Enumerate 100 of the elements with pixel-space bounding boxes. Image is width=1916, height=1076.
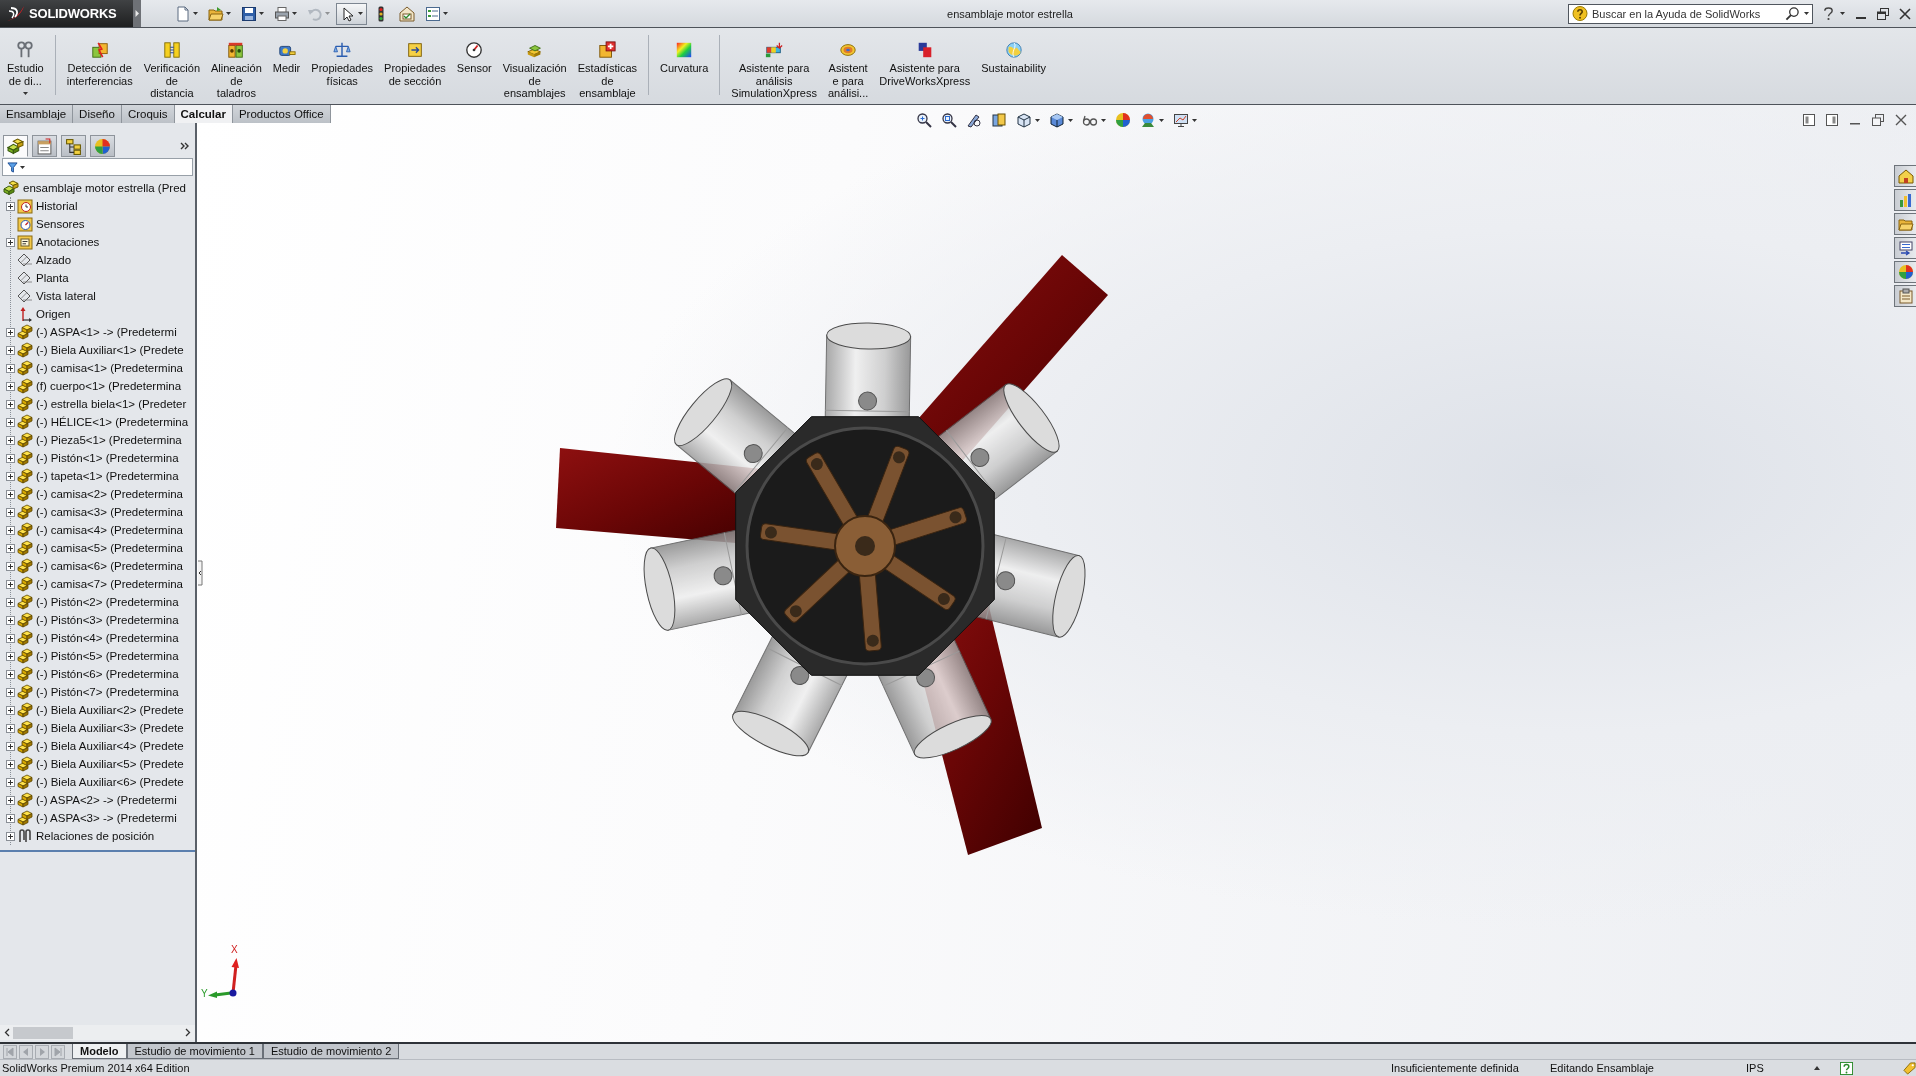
command-tab[interactable]: Diseño xyxy=(73,105,121,123)
plus-box-icon[interactable] xyxy=(6,201,15,211)
help-box-icon[interactable] xyxy=(1840,1061,1853,1075)
plus-box-icon[interactable] xyxy=(6,741,15,751)
scrollbar-thumb[interactable] xyxy=(13,1026,73,1039)
tree-item[interactable]: (-) Pistón<1> (Predetermina xyxy=(36,452,179,464)
panel-tab[interactable] xyxy=(32,135,57,157)
plus-box-icon[interactable] xyxy=(6,813,15,823)
tree-item[interactable]: (-) camisa<5> (Predetermina xyxy=(36,542,183,554)
magnifier-icon[interactable] xyxy=(916,112,932,128)
chevron-right-icon[interactable] xyxy=(185,1028,191,1037)
tree-item[interactable]: (-) Biela Auxiliar<6> (Predete xyxy=(36,776,184,788)
tree-item[interactable]: (-) camisa<1> (Predetermina xyxy=(36,362,183,374)
tree-item[interactable]: (-) ASPA<3> -> (Predetermi xyxy=(36,812,177,824)
command-button[interactable]: Alineación de taladros xyxy=(207,39,266,101)
scene-sphere-icon[interactable] xyxy=(1140,112,1156,128)
tree-item[interactable]: (-) Pistón<3> (Predetermina xyxy=(36,614,179,626)
magnifier-box-icon[interactable] xyxy=(941,112,957,128)
tree-item[interactable]: (-) camisa<4> (Predetermina xyxy=(36,524,183,536)
plus-box-icon[interactable] xyxy=(6,561,15,571)
caret-icon[interactable] xyxy=(1035,118,1040,122)
tree-item[interactable]: (-) Biela Auxiliar<5> (Predete xyxy=(36,758,184,770)
tree-item[interactable]: (-) Pistón<4> (Predetermina xyxy=(36,632,179,644)
tree-item[interactable]: (-) Pistón<7> (Predetermina xyxy=(36,686,179,698)
plus-box-icon[interactable] xyxy=(6,723,15,733)
task-pane-tab[interactable] xyxy=(1894,261,1916,283)
plus-box-icon[interactable] xyxy=(6,507,15,517)
plus-box-icon[interactable] xyxy=(6,453,15,463)
command-tab[interactable]: Productos Office xyxy=(232,105,330,123)
tree-item[interactable]: (-) camisa<7> (Predetermina xyxy=(36,578,183,590)
model-tab[interactable]: Estudio de movimiento 1 xyxy=(126,1044,263,1059)
select-button[interactable] xyxy=(336,2,367,25)
tree-item[interactable]: (-) camisa<6> (Predetermina xyxy=(36,560,183,572)
plus-box-icon[interactable] xyxy=(6,363,15,373)
command-tab[interactable]: Ensamblaje xyxy=(0,105,73,123)
panel-tab[interactable] xyxy=(3,135,28,157)
command-button[interactable]: Sustainability xyxy=(977,39,1050,76)
restore-icon[interactable] xyxy=(1877,7,1889,20)
restore-icon[interactable] xyxy=(1872,114,1884,126)
tree-item[interactable]: Relaciones de posición xyxy=(36,830,155,842)
tree-item[interactable]: ensamblaje motor estrella (Pred xyxy=(23,182,186,194)
double-chevron-icon[interactable] xyxy=(180,142,190,150)
plus-box-icon[interactable] xyxy=(6,471,15,481)
plus-box-icon[interactable] xyxy=(6,327,15,337)
plus-box-icon[interactable] xyxy=(6,345,15,355)
plus-box-icon[interactable] xyxy=(6,525,15,535)
task-pane-tab[interactable] xyxy=(1894,285,1916,307)
command-button[interactable]: Curvatura xyxy=(656,39,713,76)
shaded-cube-icon[interactable] xyxy=(1049,112,1065,128)
horizontal-scrollbar[interactable] xyxy=(0,1025,195,1040)
command-tab[interactable]: Calcular xyxy=(174,105,232,123)
tree-item[interactable]: (-) Pistón<5> (Predetermina xyxy=(36,650,179,662)
tree-item[interactable]: (-) Biela Auxiliar<1> (Predete xyxy=(36,344,184,356)
model-tab[interactable]: Modelo xyxy=(72,1044,127,1059)
tree-item[interactable]: (-) estrella biela<1> (Predeter xyxy=(36,398,187,410)
command-button[interactable]: Verificación de distancia xyxy=(139,39,204,101)
command-button[interactable]: Asistente para DriveWorksXpress xyxy=(875,39,975,88)
task-pane-tab[interactable] xyxy=(1894,165,1916,187)
command-button[interactable]: Detección de interferencias xyxy=(62,39,137,88)
caret-up-icon[interactable] xyxy=(1814,1066,1820,1070)
search-icon[interactable] xyxy=(1785,6,1800,21)
task-pane-tab[interactable] xyxy=(1894,237,1916,259)
command-button[interactable]: Estudio de di... xyxy=(3,39,48,96)
plus-box-icon[interactable] xyxy=(6,615,15,625)
tree-item[interactable]: (-) Pistón<2> (Predetermina xyxy=(36,596,179,608)
plus-box-icon[interactable] xyxy=(6,579,15,589)
tree-item[interactable]: (-) ASPA<2> -> (Predetermi xyxy=(36,794,177,806)
help-icon[interactable] xyxy=(1823,6,1834,21)
tree-item[interactable]: (-) camisa<2> (Predetermina xyxy=(36,488,183,500)
tree-item[interactable]: (-) tapeta<1> (Predetermina xyxy=(36,470,179,482)
caret-icon[interactable] xyxy=(1068,118,1073,122)
tree-item[interactable]: (-) camisa<3> (Predetermina xyxy=(36,506,183,518)
plus-box-icon[interactable] xyxy=(6,669,15,679)
plus-box-icon[interactable] xyxy=(6,777,15,787)
plus-box-icon[interactable] xyxy=(6,237,15,247)
close-icon[interactable] xyxy=(1895,114,1907,126)
plus-box-icon[interactable] xyxy=(6,705,15,715)
tree-item[interactable]: Vista lateral xyxy=(36,290,96,302)
command-tab[interactable]: Croquis xyxy=(121,105,174,123)
task-pane-tab[interactable] xyxy=(1894,213,1916,235)
plus-box-icon[interactable] xyxy=(6,759,15,769)
tree-item[interactable]: (-) HÉLICE<1> (Predetermina xyxy=(36,416,189,428)
tile-right-icon[interactable] xyxy=(1826,114,1838,126)
command-button[interactable]: Propiedades físicas xyxy=(307,39,378,88)
command-button[interactable]: Propiedades de sección xyxy=(380,39,450,88)
tree-item[interactable]: Historial xyxy=(36,200,78,212)
close-icon[interactable] xyxy=(1899,7,1911,20)
color-sphere-icon[interactable] xyxy=(1115,112,1131,128)
chevron-left-icon[interactable] xyxy=(4,1028,10,1037)
tree-item[interactable]: (f) cuerpo<1> (Predetermina xyxy=(36,380,182,392)
panel-tab[interactable] xyxy=(61,135,86,157)
tree-item[interactable]: Anotaciones xyxy=(36,236,100,248)
tag-icon[interactable] xyxy=(1903,1061,1916,1075)
cube-icon[interactable] xyxy=(1016,112,1032,128)
tree-item[interactable]: Sensores xyxy=(36,218,85,230)
tree-item[interactable]: (-) Biela Auxiliar<4> (Predete xyxy=(36,740,184,752)
plus-box-icon[interactable] xyxy=(6,543,15,553)
plus-box-icon[interactable] xyxy=(6,489,15,499)
plus-box-icon[interactable] xyxy=(6,417,15,427)
caret-icon[interactable] xyxy=(1101,118,1106,122)
